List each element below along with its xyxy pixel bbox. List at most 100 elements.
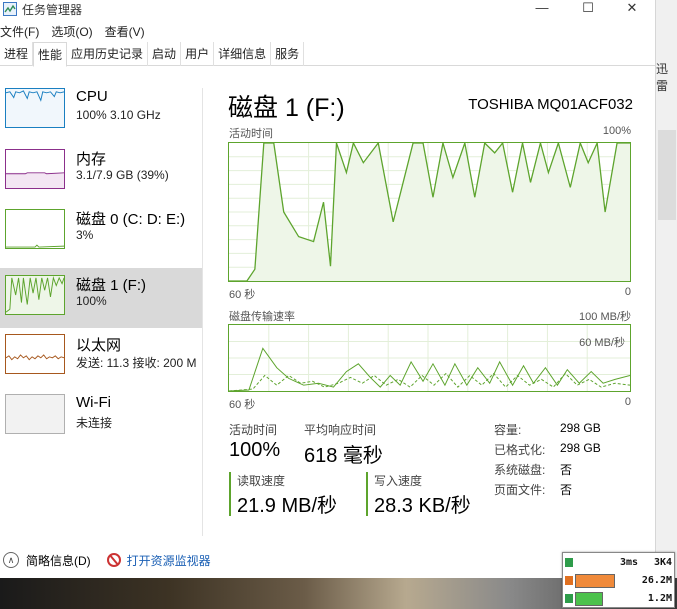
info-page-file-value: 否 [560,483,573,497]
tab-users[interactable]: 用户 [181,42,215,66]
task-manager-icon [3,2,17,16]
sidebar-label-disk0: 磁盘 0 (C: D: E:) [76,211,186,228]
wifi-thumbnail-graph [5,394,65,434]
sidebar-label-cpu: CPU [76,88,108,105]
menu-options[interactable]: 选项(O) [51,23,92,40]
maximize-button[interactable]: ☐ [565,0,611,20]
collapse-chevron-icon[interactable]: ∧ [3,552,19,568]
sidebar-item-wifi[interactable]: Wi-Fi 未连接 [0,388,202,448]
sidebar-value-wifi: 未连接 [76,416,113,430]
sidebar-label-disk1: 磁盘 1 (F:) [76,277,146,294]
sidebar-value-memory: 3.1/7.9 GB (39%) [76,168,169,182]
sidebar-item-ethernet[interactable]: 以太网 发送: 11.3 接收: 200 M [0,328,202,388]
sidebar-value-cpu: 100% 3.10 GHz [76,108,161,122]
info-capacity-value: 298 GB [560,421,601,435]
disk-detail-panel: 磁盘 1 (F:) TOSHIBA MQ01ACF032 活动时间 100% 6… [204,88,655,536]
sidebar-label-wifi: Wi-Fi [76,394,111,411]
tab-app-history[interactable]: 应用历史记录 [67,42,149,66]
download-bar [575,574,615,588]
info-capacity-label: 容量: [494,423,522,437]
page-title: 磁盘 1 (F:) [228,94,345,122]
disk0-thumbnail-graph [5,209,65,249]
tab-processes[interactable]: 进程 [0,42,34,66]
overlay-download-row: 26.2M [563,573,676,589]
transfer-rate-graph-label: 磁盘传输速率 [229,311,295,323]
info-formatted: 已格式化: 298 GB [494,441,601,458]
upload-icon [565,594,573,603]
latency-icon [565,558,573,567]
menu-bar: 文件(F) 选项(O) 查看(V) [0,20,655,42]
info-page-file: 页面文件: 否 [494,481,572,498]
download-icon [565,576,573,585]
transfer-rate-graph-x-right: 0 [624,396,631,408]
info-page-file-label: 页面文件: [494,483,546,497]
active-time-value: 100% [229,439,281,461]
active-time-graph-max: 100% [602,125,631,137]
footer-bar: ∧ 简略信息(D) 打开资源监视器 [0,547,655,573]
tab-bar: 进程 性能 应用历史记录 启动 用户 详细信息 服务 [0,42,655,67]
sidebar-item-memory[interactable]: 内存 3.1/7.9 GB (39%) [0,148,202,208]
sidebar-label-ethernet: 以太网 [76,337,122,354]
ethernet-thumbnail-graph [5,334,65,374]
transfer-rate-graph-x-left: 60 秒 [229,399,256,411]
sidebar-value-disk1: 100% [76,294,107,308]
sidebar-value-disk0: 3% [76,228,94,242]
active-time-graph-x-right: 0 [624,286,631,298]
active-time-graph [228,142,631,282]
info-formatted-value: 298 GB [560,441,601,455]
desktop-right-edge: 迅雷 [655,0,677,609]
upload-bar [575,592,603,606]
minimize-button[interactable]: — [519,0,565,20]
overlay-upload-row: 1.2M [563,591,676,607]
fewer-details-link[interactable]: 简略信息(D) [26,552,91,569]
sidebar-item-cpu[interactable]: CPU 100% 3.10 GHz [0,88,202,148]
task-manager-window: 任务管理器 — ☐ ✕ 文件(F) 选项(O) 查看(V) 进程 性能 应用历史… [0,0,655,578]
info-formatted-label: 已格式化: [494,443,546,457]
desktop-strip [658,130,676,220]
menu-file[interactable]: 文件(F) [0,23,39,40]
menu-view[interactable]: 查看(V) [105,23,145,40]
sidebar-value-ethernet: 发送: 11.3 接收: 200 M [76,356,197,370]
close-button[interactable]: ✕ [609,0,655,20]
open-resource-monitor-link[interactable]: 打开资源监视器 [127,552,211,569]
sidebar-item-disk0[interactable]: 磁盘 0 (C: D: E:) 3% [0,208,202,268]
sidebar-label-memory: 内存 [76,151,107,168]
overlay-latency: 3ms [619,557,638,568]
disk1-thumbnail-graph [5,275,65,315]
tab-startup[interactable]: 启动 [148,42,182,66]
cpu-thumbnail-graph [5,88,65,128]
write-speed-value: 28.3 KB/秒 [374,495,471,517]
info-system-disk: 系统磁盘: 否 [494,461,572,478]
write-speed-block: 写入速度 28.3 KB/秒 [366,472,471,517]
read-speed-block: 读取速度 21.9 MB/秒 [229,472,338,517]
network-monitor-overlay[interactable]: 3ms 3K4 26.2M 1.2M [562,552,675,608]
read-speed-value: 21.9 MB/秒 [237,495,338,517]
transfer-rate-secondary-max: 60 MB/秒 [579,337,625,349]
active-time-label: 活动时间 [229,423,278,437]
overlay-latency-row: 3ms 3K4 [563,555,676,571]
title-bar[interactable]: 任务管理器 — ☐ ✕ [0,0,655,20]
resource-sidebar: CPU 100% 3.10 GHz 内存 3.1/7.9 GB (39%) 磁盘… [0,88,203,536]
transfer-rate-graph [228,324,631,392]
response-time-label: 平均响应时间 [304,423,377,437]
active-time-graph-x-left: 60 秒 [229,289,256,301]
overlay-download: 26.2M [641,575,672,586]
transfer-rate-graph-max: 100 MB/秒 [579,311,631,323]
resource-monitor-icon [106,553,121,567]
tab-services[interactable]: 服务 [271,42,305,66]
desktop-app-text: 迅雷 [656,62,669,93]
info-system-disk-value: 否 [560,463,573,477]
read-speed-label: 读取速度 [237,474,286,488]
info-capacity: 容量: 298 GB [494,421,601,438]
response-time-value: 618 毫秒 [304,445,383,467]
info-system-disk-label: 系统磁盘: [494,463,546,477]
active-time-graph-label: 活动时间 [229,128,273,140]
sidebar-item-disk1[interactable]: 磁盘 1 (F:) 100% [0,268,202,328]
disk-model: TOSHIBA MQ01ACF032 [468,96,633,113]
tab-performance[interactable]: 性能 [33,42,68,67]
memory-thumbnail-graph [5,149,65,189]
tab-details[interactable]: 详细信息 [214,42,272,66]
overlay-cpu-tag: 3K4 [653,557,672,568]
write-speed-label: 写入速度 [374,474,423,488]
window-title: 任务管理器 [22,3,83,17]
